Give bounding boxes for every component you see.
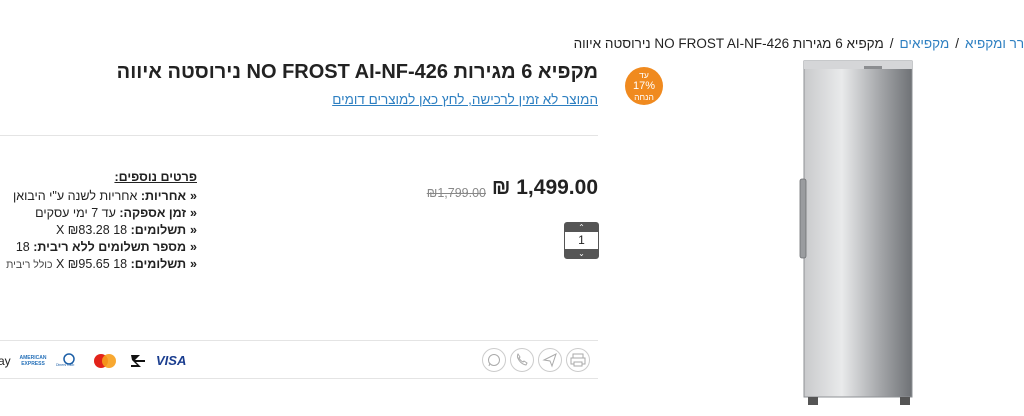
details-value: 18 X ₪95.65 bbox=[55, 257, 128, 271]
breadcrumb-separator: / bbox=[955, 36, 960, 51]
details-label: תשלומים: bbox=[130, 257, 187, 271]
diners-club-logo: Diners Club bbox=[56, 352, 82, 370]
details-row-interest-free: «מספר תשלומים ללא ריבית: 18 bbox=[0, 239, 197, 256]
send-icon[interactable] bbox=[538, 348, 562, 372]
product-title: מקפיא 6 מגירות NO FROST AI-NF-426 נירוסט… bbox=[116, 61, 598, 83]
breadcrumb-link-fridges[interactable]: קרר ומקפיא bbox=[965, 36, 1024, 51]
breadcrumb: קרר ומקפיא / מקפיאים / מקפיא 6 מגירות NO FRO… bbox=[574, 36, 1024, 51]
old-price: ₪1,799.00 bbox=[426, 186, 486, 200]
breadcrumb-current: מקפיא 6 מגירות NO FROST AI-NF-426 נירוסט… bbox=[573, 36, 884, 51]
divider bbox=[0, 135, 598, 136]
badge-suffix: הנחה bbox=[634, 92, 654, 102]
double-chevron-icon: « bbox=[190, 189, 197, 203]
details-label: מספר תשלומים ללא ריבית: bbox=[33, 240, 187, 254]
details-label: תשלומים: bbox=[130, 223, 187, 237]
chevron-up-icon: ⌃ bbox=[578, 223, 585, 232]
diners-text: Diners Club bbox=[56, 363, 75, 367]
details-panel: פרטים נוספים: «אחריות: אחריות לשנה ע"י ה… bbox=[0, 170, 197, 273]
product-price: 1,499.00 ₪ bbox=[491, 176, 598, 199]
increase-button[interactable]: ⌃ bbox=[565, 223, 598, 232]
similar-products-link[interactable]: המוצר לא זמין לרכישה, לחץ כאן למוצרים דו… bbox=[332, 92, 598, 107]
product-image[interactable] bbox=[796, 58, 921, 408]
double-chevron-icon: « bbox=[190, 240, 197, 254]
partial-text: ay bbox=[0, 354, 11, 368]
mastercard-logo bbox=[91, 352, 119, 370]
quantity-stepper[interactable]: ⌃ 1 ⌄ bbox=[564, 222, 599, 259]
details-row-warranty: «אחריות: אחריות לשנה ע"י היבואן bbox=[0, 188, 197, 205]
details-row-delivery: «זמן אספקה: עד 7 ימי עסקים bbox=[0, 205, 197, 222]
details-row-payments-interest: «תשלומים: 18 X ₪95.65 כולל ריבית bbox=[0, 256, 197, 273]
visa-logo: VISA bbox=[156, 352, 190, 370]
details-note: כולל ריבית bbox=[6, 259, 53, 271]
quantity-value[interactable]: 1 bbox=[565, 232, 598, 249]
badge-percent: 17% bbox=[632, 80, 656, 92]
double-chevron-icon: « bbox=[190, 257, 197, 271]
details-value: עד 7 ימי עסקים bbox=[35, 206, 116, 220]
phone-icon[interactable] bbox=[510, 348, 534, 372]
chevron-down-icon: ⌄ bbox=[578, 249, 585, 258]
details-value: אחריות לשנה ע"י היבואן bbox=[12, 189, 138, 203]
isracard-logo bbox=[128, 352, 148, 370]
divider bbox=[0, 378, 598, 379]
badge-prefix: עד bbox=[639, 70, 649, 80]
visa-text: VISA bbox=[156, 353, 187, 368]
double-chevron-icon: « bbox=[190, 206, 197, 220]
discount-badge: עד 17% הנחה bbox=[625, 67, 663, 105]
amex-text: AMERICAN EXPRESS bbox=[19, 355, 47, 367]
breadcrumb-link-freezers[interactable]: מקפיאים bbox=[900, 36, 950, 51]
print-icon[interactable] bbox=[566, 348, 590, 372]
double-chevron-icon: « bbox=[190, 223, 197, 237]
details-row-payments: «תשלומים: 18 X ₪83.28 bbox=[0, 222, 197, 239]
decrease-button[interactable]: ⌄ bbox=[565, 249, 598, 258]
divider bbox=[0, 340, 598, 341]
amex-logo: AMERICAN EXPRESS bbox=[18, 352, 48, 370]
breadcrumb-separator: / bbox=[889, 36, 894, 51]
whatsapp-icon[interactable] bbox=[482, 348, 506, 372]
details-heading: פרטים נוספים: bbox=[114, 170, 197, 184]
details-label: אחריות: bbox=[140, 189, 187, 203]
details-value: 18 bbox=[15, 240, 30, 254]
payment-logo-partial: ay bbox=[0, 352, 16, 370]
details-label: זמן אספקה: bbox=[119, 206, 187, 220]
details-value: 18 X ₪83.28 bbox=[55, 223, 128, 237]
